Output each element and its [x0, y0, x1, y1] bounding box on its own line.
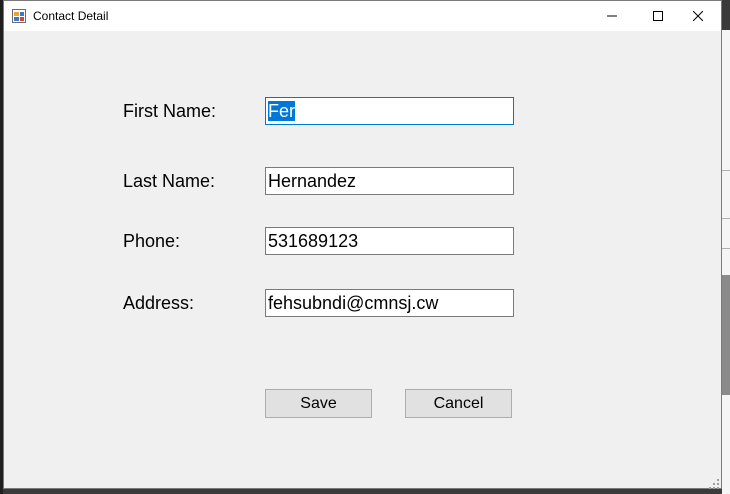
background-block: [722, 275, 730, 395]
minimize-icon: [607, 15, 617, 17]
save-button[interactable]: Save: [265, 389, 372, 418]
background-window-edge-right: [722, 30, 730, 494]
maximize-icon: [653, 11, 663, 21]
close-icon: [693, 11, 703, 21]
window-title: Contact Detail: [33, 9, 109, 23]
cancel-button[interactable]: Cancel: [405, 389, 512, 418]
form-app-icon: [12, 9, 26, 23]
phone-input[interactable]: 531689123: [265, 227, 514, 255]
first-name-value: Fer: [268, 101, 295, 121]
background-divider: [722, 170, 730, 171]
address-label: Address:: [123, 293, 195, 313]
address-input[interactable]: fehsubndi@cmnsj.cw: [265, 289, 514, 317]
last-name-label: Last Name:: [123, 171, 216, 191]
address-value: fehsubndi@cmnsj.cw: [268, 293, 439, 313]
background-divider: [722, 248, 730, 249]
last-name-value: Hernandez: [268, 171, 357, 191]
first-name-input[interactable]: Fer: [265, 97, 514, 125]
close-button[interactable]: [675, 1, 721, 31]
resize-grip-icon[interactable]: [709, 476, 719, 489]
background-divider: [722, 218, 730, 219]
title-bar[interactable]: Contact Detail: [4, 1, 721, 31]
first-name-label: First Name:: [123, 101, 217, 121]
phone-value: 531689123: [268, 231, 359, 251]
contact-detail-window: Contact Detail First Name: Fer Last Name…: [3, 0, 722, 489]
phone-label: Phone:: [123, 231, 181, 251]
minimize-button[interactable]: [589, 1, 635, 31]
last-name-input[interactable]: Hernandez: [265, 167, 514, 195]
